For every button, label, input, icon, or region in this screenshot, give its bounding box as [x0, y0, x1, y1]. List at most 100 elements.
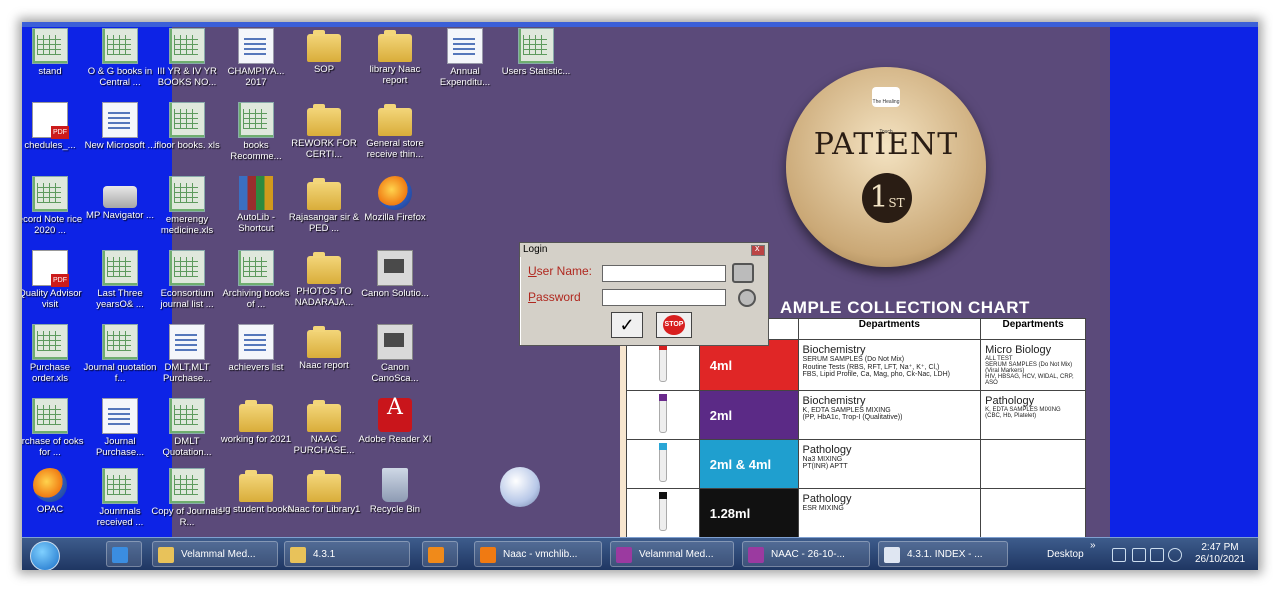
desktop-icon[interactable]: chedules_...: [22, 102, 88, 151]
folder-icon: [307, 470, 341, 502]
taskbar-button[interactable]: Velammal Med...: [152, 541, 278, 567]
table-row: 1.28ml Pathology ESR MIXING: [626, 488, 1086, 538]
desktop-icon[interactable]: Copy of Journals R...: [149, 468, 225, 528]
desktop-icon[interactable]: working for 2021: [218, 398, 294, 445]
department2-title: Micro Biology: [985, 344, 1052, 356]
desktop-icon[interactable]: ug student books: [218, 468, 294, 515]
department2-cell: Pathology K, EDTA SAMPLES MIXING (CBC, Hb,…: [980, 390, 1086, 440]
start-button[interactable]: [30, 541, 60, 570]
desktop-icon[interactable]: emerengy medicine.xls: [149, 176, 225, 236]
desktop-icon[interactable]: General store receive thin...: [357, 102, 433, 160]
desktop-icon[interactable]: Adobe Reader XI: [357, 398, 433, 445]
firefox-icon: [378, 176, 412, 210]
desktop-icon[interactable]: Canon CanoSca...: [357, 324, 433, 384]
desktop-screen: stand O & G books in Central ... III YR & …: [22, 22, 1258, 570]
desktop-icon[interactable]: stand: [22, 28, 88, 77]
folder-icon: [307, 178, 341, 210]
desktop-icon[interactable]: books Recomme...: [218, 102, 294, 162]
desktop-icon[interactable]: Recycle Bin: [357, 468, 433, 515]
key-icon: [738, 289, 756, 307]
network-icon[interactable]: [1150, 548, 1164, 562]
folder-icon: [307, 104, 341, 136]
desktop-icon[interactable]: O & G books in Central ...: [82, 28, 158, 88]
sheet-icon: [102, 324, 138, 360]
taskbar-button-label: Naac - vmchlib...: [503, 549, 578, 560]
close-icon[interactable]: [751, 243, 765, 256]
desktop-icon[interactable]: Users Statistic...: [498, 28, 574, 77]
sheet-icon: [32, 324, 68, 360]
desktop-icon[interactable]: Archiving books of ...: [218, 250, 294, 310]
desktop-icon[interactable]: SOP: [286, 28, 362, 75]
volume-icon[interactable]: [1168, 548, 1182, 562]
desktop-icon-label: OPAC: [36, 504, 64, 515]
desktop-icon[interactable]: urchase of ooks for ...: [22, 398, 88, 458]
desktop-icon[interactable]: Journal Purchase...: [82, 398, 158, 458]
desktop-icon[interactable]: ecord Note rice 2020 ...: [22, 176, 88, 236]
desktop-icon-label: books Recomme...: [230, 140, 282, 162]
stop-button[interactable]: STOP: [656, 312, 692, 338]
username-input[interactable]: [602, 265, 726, 282]
desktop-icon-label: Recycle Bin: [369, 504, 421, 515]
desktop-icon[interactable]: New Microsoft ...: [82, 102, 158, 151]
desktop-icon-label: Econsortium journal list ...: [160, 288, 214, 310]
desktop-icon-label: AutoLib - Shortcut: [236, 212, 276, 234]
desktop-icon-label: Naac for Library1: [287, 504, 361, 515]
desktop-icon[interactable]: achievers list: [218, 324, 294, 373]
gadget-bubble-icon[interactable]: [500, 467, 540, 507]
desktop-icon[interactable]: PHOTOS TO NADARAJA...: [286, 250, 362, 308]
desktop-icon[interactable]: CHAMPIYA... 2017: [218, 28, 294, 88]
desktop-icon[interactable]: NAAC PURCHASE...: [286, 398, 362, 456]
desktop-icon[interactable]: DMLT,MLT Purchase...: [149, 324, 225, 384]
pdf-icon: [32, 102, 69, 139]
password-input[interactable]: [602, 289, 726, 306]
desktop-icon-label: Purchase order.xls: [29, 362, 71, 384]
taskbar-button-label: Desktop: [1047, 549, 1084, 560]
desktop-icon[interactable]: Naac report: [286, 324, 362, 371]
desktop-icon[interactable]: REWORK FOR CERTI...: [286, 102, 362, 160]
flag-icon[interactable]: [1132, 548, 1146, 562]
ok-button[interactable]: ✓: [611, 312, 643, 338]
desktop-icon-label: O & G books in Central ...: [87, 66, 153, 88]
taskbar-button[interactable]: NAAC - 26-10-...: [742, 541, 870, 567]
desktop-icon[interactable]: Last Three yearsO& ...: [82, 250, 158, 310]
desktop-icon[interactable]: Jounrnals received ...: [82, 468, 158, 528]
tube-cell: [626, 390, 700, 440]
desktop-icon[interactable]: III YR & IV YR BOOKS NO...: [149, 28, 225, 88]
clock-time: 2:47 PM: [1201, 542, 1239, 553]
desktop-icon-label: library Naac report: [369, 64, 421, 86]
taskbar-button[interactable]: 4.3.1: [284, 541, 410, 567]
desktop-icon[interactable]: Quality Advisor visit: [22, 250, 88, 310]
desktop-icon[interactable]: Purchase order.xls: [22, 324, 88, 384]
taskbar-button[interactable]: Naac - vmchlib...: [474, 541, 602, 567]
system-tray: » 2:47 PM 26/10/2021: [1090, 538, 1250, 570]
taskbar-button[interactable]: [106, 541, 142, 567]
login-dialog: Login User Name: Password ✓ STOP: [519, 242, 769, 346]
toolbar-overflow-icon[interactable]: »: [1090, 540, 1096, 551]
desktop-icon[interactable]: Annual Expenditu...: [427, 28, 503, 88]
desktop-icon[interactable]: Mozilla Firefox: [357, 176, 433, 223]
taskbar-button[interactable]: 4.3.1. INDEX - ...: [878, 541, 1008, 567]
department-title: Pathology: [802, 444, 852, 456]
desktop-icon[interactable]: DMLT Quotation...: [149, 398, 225, 458]
desktop-icon[interactable]: MP Navigator ...: [82, 176, 158, 221]
desktop-icon-label: emerengy medicine.xls: [160, 214, 214, 236]
taskbar-button-label: Velammal Med...: [181, 549, 256, 560]
clock[interactable]: 2:47 PM 26/10/2021: [1190, 542, 1250, 566]
department-detail: SERUM SAMPLES (Do Not Mix): [802, 356, 905, 363]
desktop-icon[interactable]: OPAC: [22, 468, 88, 515]
tray-arrow-icon[interactable]: [1112, 548, 1126, 562]
desktop-icon[interactable]: Canon Solutio...: [357, 250, 433, 299]
ie-icon: [112, 547, 128, 563]
desktop-icon[interactable]: Econsortium journal list ...: [149, 250, 225, 310]
folder-icon: [239, 470, 273, 502]
desktop-icon[interactable]: Journal quotation f...: [82, 324, 158, 384]
taskbar-button[interactable]: Velammal Med...: [610, 541, 734, 567]
desktop-icon[interactable]: library Naac report: [357, 28, 433, 86]
desktop-icon-label: stand: [38, 66, 62, 77]
desktop-icon[interactable]: Naac for Library1: [286, 468, 362, 515]
desktop-icon[interactable]: AutoLib - Shortcut: [218, 176, 294, 234]
desktop-icon-label: Last Three yearsO& ...: [96, 288, 144, 310]
taskbar-button[interactable]: [422, 541, 458, 567]
desktop-icon[interactable]: Rajasangar sir & PED ...: [286, 176, 362, 234]
desktop-icon[interactable]: ifloor books. xls: [149, 102, 225, 151]
